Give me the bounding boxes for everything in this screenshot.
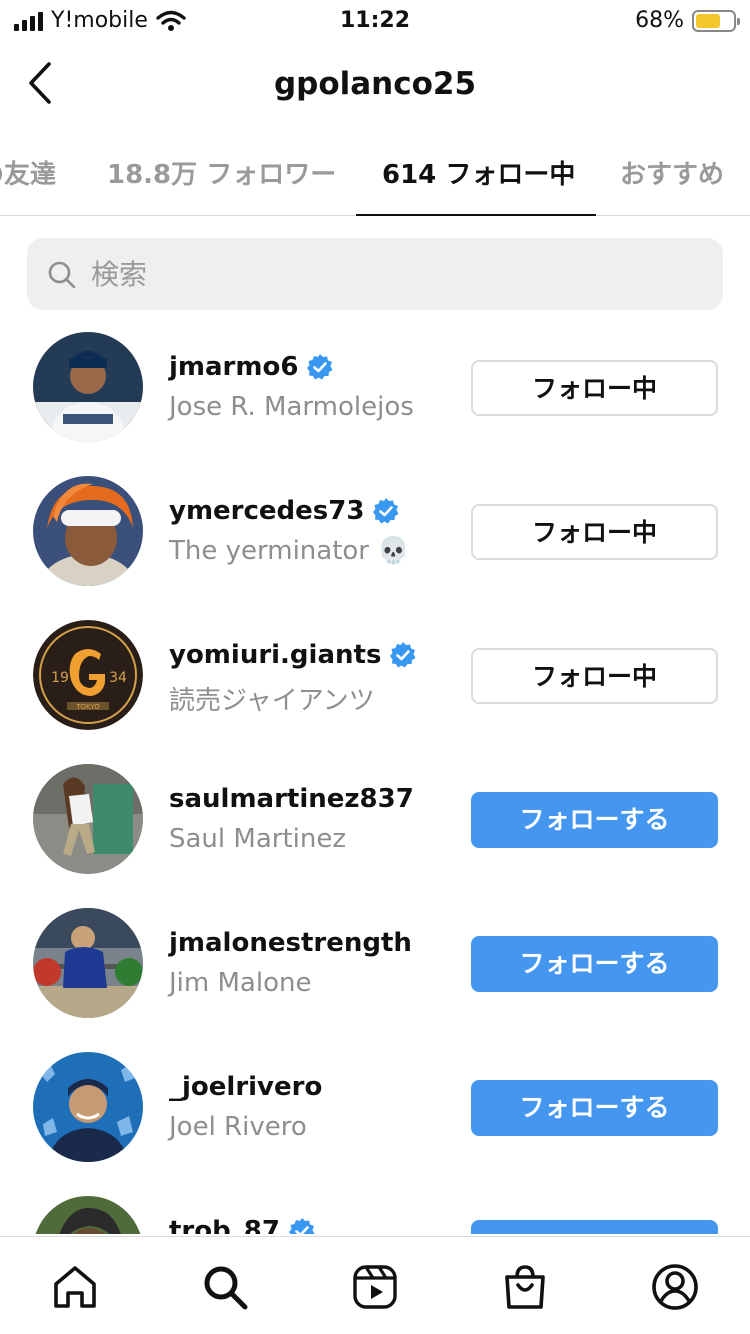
follow-button[interactable]: フォローする <box>471 936 718 992</box>
avatar[interactable] <box>33 764 143 874</box>
following-button[interactable]: フォロー中 <box>471 504 718 560</box>
active-tab-indicator <box>356 214 596 216</box>
full-name: Joel Rivero <box>169 1112 307 1142</box>
full-name: 読売ジャイアンツ <box>169 686 375 716</box>
search-bar[interactable] <box>27 238 723 310</box>
tab-following[interactable]: 614 フォロー中 <box>382 154 575 191</box>
username-text[interactable]: yomiuri.giants <box>169 640 381 670</box>
list-item[interactable]: ymercedes73 The yerminator 💀 フォロー中 <box>0 476 750 588</box>
username[interactable]: _joelrivero <box>169 1072 322 1102</box>
logo-text-left: 19 <box>51 670 69 686</box>
full-name: The yerminator 💀 <box>169 536 410 566</box>
search-icon[interactable] <box>201 1263 249 1311</box>
username-text[interactable]: trob_87 <box>169 1216 280 1234</box>
search-icon <box>48 261 76 289</box>
status-right: 68% <box>635 8 740 33</box>
logo-text-right: 34 <box>109 670 127 686</box>
following-button[interactable]: フォロー中 <box>471 360 718 416</box>
status-bar: Y!mobile 11:22 68% <box>0 0 750 44</box>
verified-badge-icon <box>307 354 333 380</box>
username[interactable]: saulmartinez837 <box>169 784 414 814</box>
full-name: Jose R. Marmolejos <box>169 392 414 422</box>
search-input[interactable] <box>91 238 691 310</box>
username-text[interactable]: saulmartinez837 <box>169 784 414 814</box>
follow-button[interactable]: フォローする <box>471 1080 718 1136</box>
battery-fill <box>696 13 721 28</box>
avatar[interactable] <box>33 332 143 442</box>
shop-icon[interactable] <box>501 1263 549 1311</box>
avatar[interactable] <box>33 476 143 586</box>
page-title: gpolanco25 <box>273 66 477 102</box>
list-item[interactable]: trob_87 <box>0 1196 750 1234</box>
username[interactable]: jmalonestrength <box>169 928 412 958</box>
username[interactable]: yomiuri.giants <box>169 640 417 670</box>
list-item[interactable]: saulmartinez837 Saul Martinez フォローする <box>0 764 750 876</box>
following-list: jmarmo6 Jose R. Marmolejos フォロー中 ymerced… <box>0 332 750 1234</box>
list-item[interactable]: jmarmo6 Jose R. Marmolejos フォロー中 <box>0 332 750 444</box>
verified-badge-icon <box>373 498 399 524</box>
verified-badge-icon <box>390 642 416 668</box>
username[interactable]: jmarmo6 <box>169 352 334 382</box>
tab-bar: の友達 18.8万 フォロワー 614 フォロー中 おすすめ <box>0 140 750 216</box>
tab-followers[interactable]: 18.8万 フォロワー <box>107 154 336 191</box>
full-name: Jim Malone <box>169 968 312 998</box>
header: gpolanco25 <box>0 44 750 128</box>
avatar[interactable] <box>33 1052 143 1162</box>
follow-button[interactable] <box>471 1220 718 1234</box>
avatar[interactable] <box>33 1196 143 1234</box>
username-text[interactable]: jmalonestrength <box>169 928 412 958</box>
home-icon[interactable] <box>51 1263 99 1311</box>
profile-icon[interactable] <box>651 1263 699 1311</box>
tab-friends[interactable]: の友達 <box>0 154 56 191</box>
username[interactable]: ymercedes73 <box>169 496 400 526</box>
username-text[interactable]: ymercedes73 <box>169 496 364 526</box>
full-name: Saul Martinez <box>169 824 346 854</box>
list-item[interactable]: 19 34 TOKYO yomiuri.giants 読売ジャイアンツ フォロー… <box>0 620 750 732</box>
logo-text-bottom: TOKYO <box>75 703 100 711</box>
username-text[interactable]: jmarmo6 <box>169 352 298 382</box>
verified-badge-icon <box>288 1218 315 1234</box>
avatar[interactable]: 19 34 TOKYO <box>33 620 143 730</box>
tab-suggested[interactable]: おすすめ <box>620 154 724 191</box>
battery-icon <box>692 9 740 32</box>
username-text[interactable]: _joelrivero <box>169 1072 322 1102</box>
avatar[interactable] <box>33 908 143 1018</box>
follow-button[interactable]: フォローする <box>471 792 718 848</box>
username[interactable]: trob_87 <box>169 1216 316 1234</box>
bottom-nav <box>0 1236 750 1334</box>
following-button[interactable]: フォロー中 <box>471 648 718 704</box>
list-item[interactable]: _joelrivero Joel Rivero フォローする <box>0 1052 750 1164</box>
reels-icon[interactable] <box>351 1263 399 1311</box>
list-item[interactable]: jmalonestrength Jim Malone フォローする <box>0 908 750 1020</box>
battery-percent: 68% <box>635 8 684 33</box>
